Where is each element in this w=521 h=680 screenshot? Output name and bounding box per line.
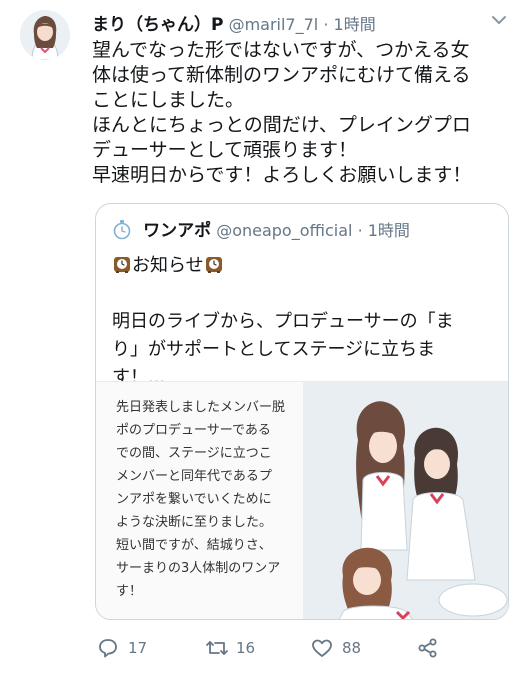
quote-line: り」がサポートとしてステージに立ちま [112, 339, 436, 360]
retweet-icon [206, 641, 228, 655]
reply-button[interactable]: 17 [96, 636, 166, 660]
quote-time[interactable]: 1時間 [368, 221, 410, 240]
tweet-text: 望んでなった形ではないですが、つかえる女 体は使って新体制のワンアポにむけて備え… [92, 38, 512, 188]
tweet-line: ほんとにちょっとの間だけ、プレイングプロ [92, 114, 471, 136]
share-icon [418, 638, 437, 658]
tweet-line: デューサーとして頑張ります！ [92, 139, 358, 161]
quote-line: 明日のライブから、プロデューサーの「ま [112, 311, 454, 332]
notice-line: お知らせ [112, 252, 494, 280]
mantel-clock-icon [112, 254, 132, 274]
tweet-header: まり（ちゃん）P @maril7_7l · 1時間 [92, 10, 376, 36]
quoted-tweet[interactable]: ワンアポ @oneapo_official · 1時間 お知らせ 明日のライブか… [95, 203, 509, 620]
tweet-line: 体は使って新体制のワンアポにむけて備える [92, 64, 471, 86]
author-handle[interactable]: @maril7_7l [229, 15, 319, 34]
tweet: まり（ちゃん）P @maril7_7l · 1時間 望んでなった形ではないですが… [0, 0, 521, 680]
like-count: 88 [342, 639, 362, 657]
quote-author-handle[interactable]: @oneapo_official [216, 221, 352, 240]
retweet-button[interactable]: 16 [204, 636, 274, 660]
separator-dot: · [357, 221, 363, 240]
reply-count: 17 [128, 639, 148, 657]
oneapo-logo-icon [112, 218, 132, 240]
quote-media[interactable]: 先日発表しましたメンバー脱 ポのプロデューサーである での間、ステージに立つこ … [96, 381, 508, 619]
group-photo[interactable] [303, 382, 508, 619]
quote-body: お知らせ 明日のライブから、プロデューサーの「ま り」がサポートとしてステージに… [112, 252, 494, 392]
tweet-line: ことにしました。 [92, 89, 245, 111]
like-button[interactable]: 88 [310, 636, 380, 660]
mantel-clock-icon [204, 254, 224, 274]
tweet-time[interactable]: 1時間 [334, 15, 376, 34]
reply-icon [99, 639, 117, 658]
tweet-line: 望んでなった形ではないですが、つかえる女 [92, 39, 470, 61]
author-avatar[interactable] [20, 10, 70, 60]
retweet-count: 16 [236, 639, 256, 657]
tweet-actions: 17 16 88 [0, 630, 521, 666]
separator-dot: · [323, 15, 329, 34]
quote-author-name[interactable]: ワンアポ [143, 221, 211, 241]
share-button[interactable] [416, 636, 442, 660]
author-name[interactable]: まり（ちゃん）P [92, 15, 223, 35]
quote-header: ワンアポ @oneapo_official · 1時間 [112, 216, 410, 241]
chevron-down-icon[interactable] [490, 12, 508, 26]
tweet-line: 早速明日からです！よろしくお願いします！ [92, 164, 472, 186]
notice-text: お知らせ [132, 255, 204, 276]
like-icon [312, 639, 332, 657]
